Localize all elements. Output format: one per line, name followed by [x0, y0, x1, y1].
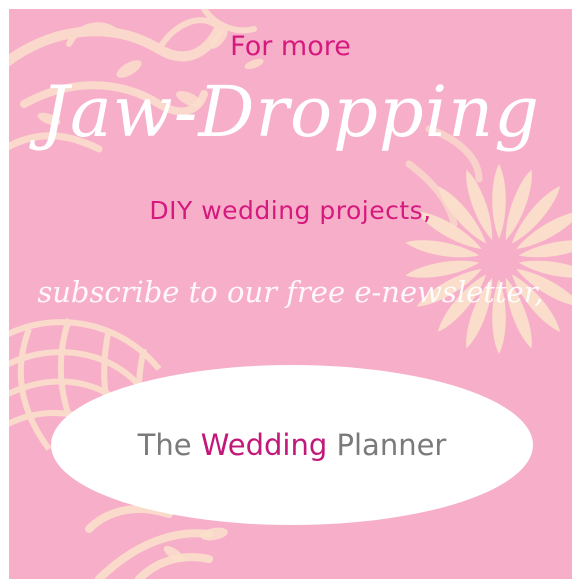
promo-card: For more Jaw-Dropping DIY wedding projec… — [9, 9, 572, 579]
brand-word-wedding: Wedding — [200, 428, 328, 462]
promo-line-subscribe: subscribe to our free e-newsletter, — [37, 275, 544, 309]
newsletter-brand-name[interactable]: The Wedding Planner — [51, 428, 533, 462]
promo-line-jaw-dropping: Jaw-Dropping — [41, 71, 540, 153]
promo-line-diy-projects: DIY wedding projects, — [149, 196, 432, 225]
flower-center — [483, 243, 515, 275]
brand-word-planner: Planner — [336, 428, 447, 462]
flower-ornament-icon — [405, 164, 572, 354]
brand-word-the: The — [137, 428, 192, 462]
promo-line-for-more: For more — [230, 31, 351, 62]
bottom-flourish-ornament-icon — [85, 505, 213, 579]
